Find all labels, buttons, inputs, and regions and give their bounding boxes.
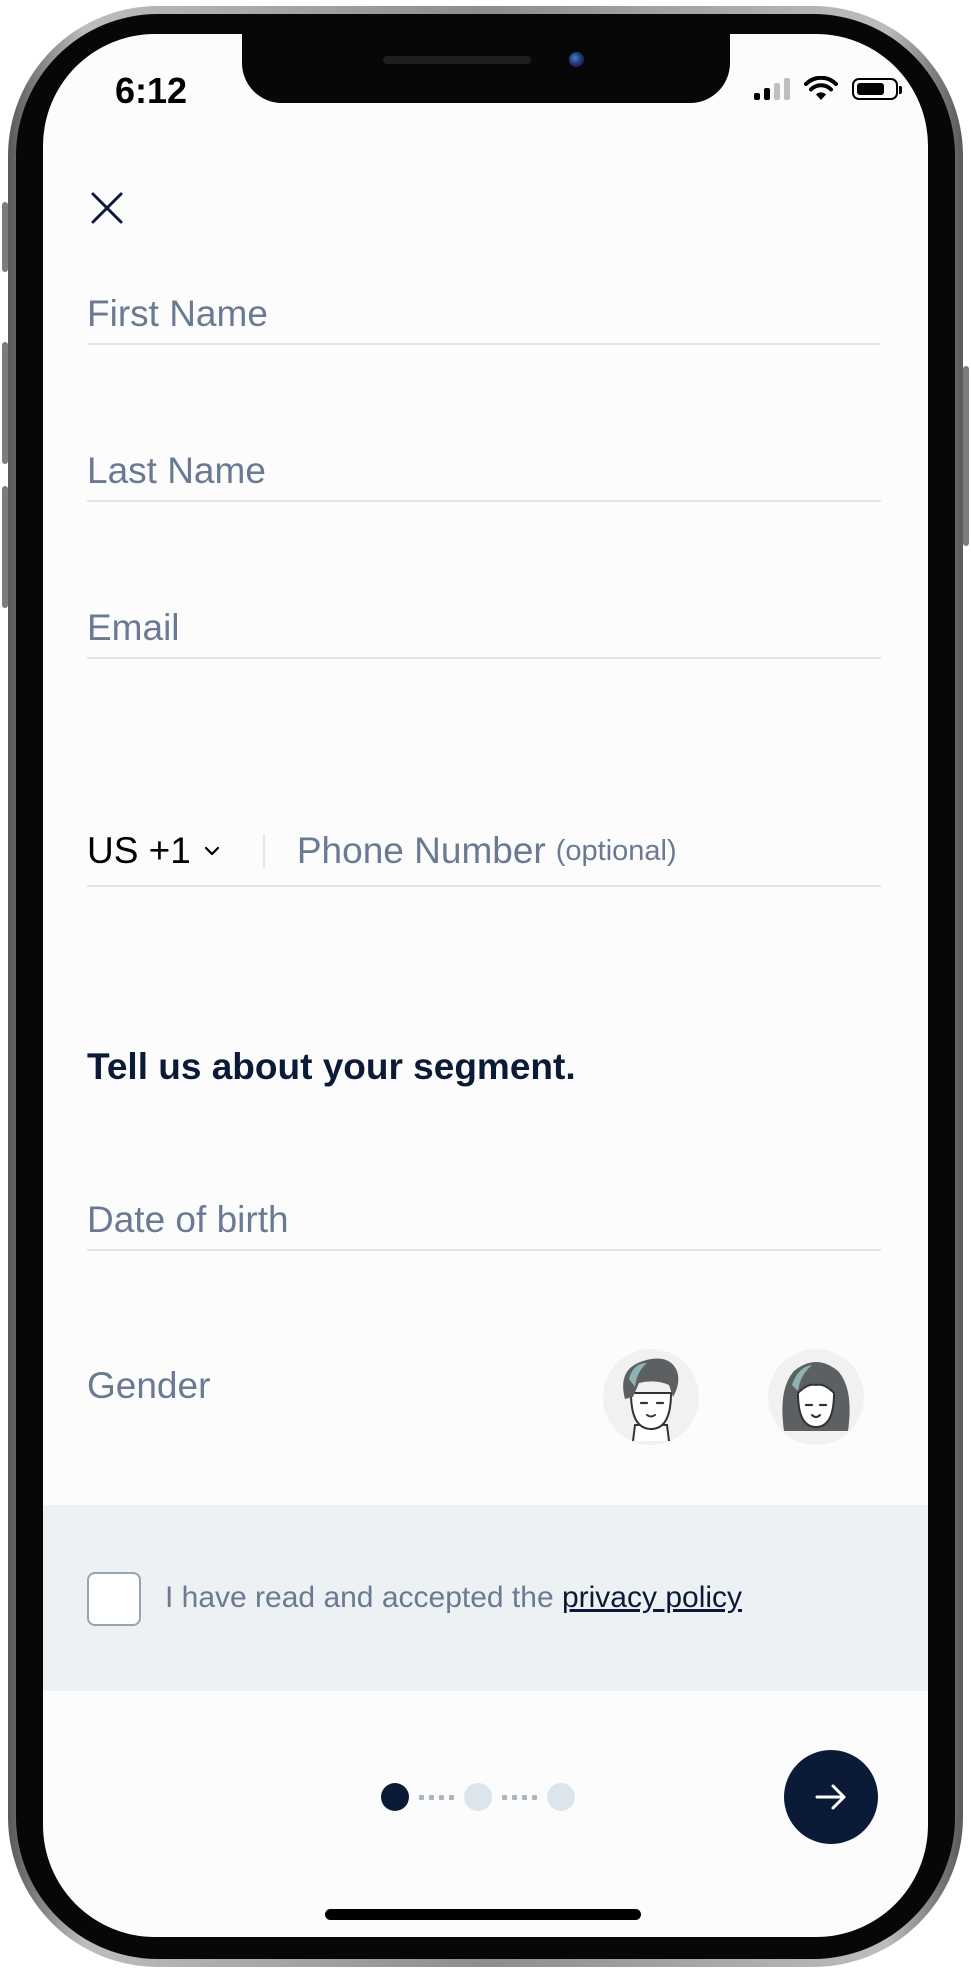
step-dot-2 [464,1783,492,1811]
first-name-field[interactable] [87,285,881,345]
battery-icon [852,78,902,100]
female-avatar-icon[interactable] [768,1349,864,1445]
last-name-input[interactable] [87,442,881,500]
app-screen: 6:12 US +1 [43,34,928,1937]
status-time: 6:12 [115,70,188,111]
privacy-consent-checkbox[interactable] [87,1572,141,1626]
last-name-field[interactable] [87,442,881,502]
cellular-signal-icon [754,78,790,100]
gender-label: Gender [87,1365,211,1406]
privacy-policy-link[interactable]: privacy policy [562,1581,742,1614]
step-connector [419,1794,454,1800]
mute-switch [2,202,8,272]
privacy-consent-panel: I have read and accepted the privacy pol… [43,1505,928,1691]
phone-number-field[interactable]: US +1 Phone Number (optional) [87,817,881,887]
home-indicator [325,1909,641,1920]
step-dot-1 [381,1783,409,1811]
chevron-down-icon [204,846,219,856]
status-icons [754,76,902,102]
notch [242,34,730,103]
country-code-value: US +1 [87,830,191,871]
email-field[interactable] [87,599,881,659]
close-icon[interactable] [87,188,127,228]
arrow-right-icon [815,1784,846,1810]
male-avatar-icon[interactable] [603,1349,699,1445]
segment-heading: Tell us about your segment. [87,1046,576,1087]
phone-divider [262,834,265,868]
privacy-consent-text: I have read and accepted the privacy pol… [165,1581,742,1615]
step-indicator [381,1782,575,1812]
phone-number-input[interactable]: Phone Number [297,830,546,872]
earpiece-speaker [383,56,531,64]
step-dot-3 [547,1783,575,1811]
power-button [963,366,969,546]
step-connector [502,1794,537,1800]
date-of-birth-field[interactable] [87,1191,881,1251]
privacy-consent-label: I have read and accepted the [165,1581,562,1614]
wifi-icon [804,76,838,100]
volume-up-button [2,342,8,464]
volume-down-button [2,486,8,608]
phone-optional-hint: (optional) [555,834,677,867]
next-button[interactable] [784,1750,878,1844]
date-of-birth-input[interactable] [87,1191,881,1249]
front-camera [569,52,584,67]
country-code-select[interactable]: US +1 [87,830,221,872]
first-name-input[interactable] [87,285,881,343]
email-input[interactable] [87,599,881,657]
